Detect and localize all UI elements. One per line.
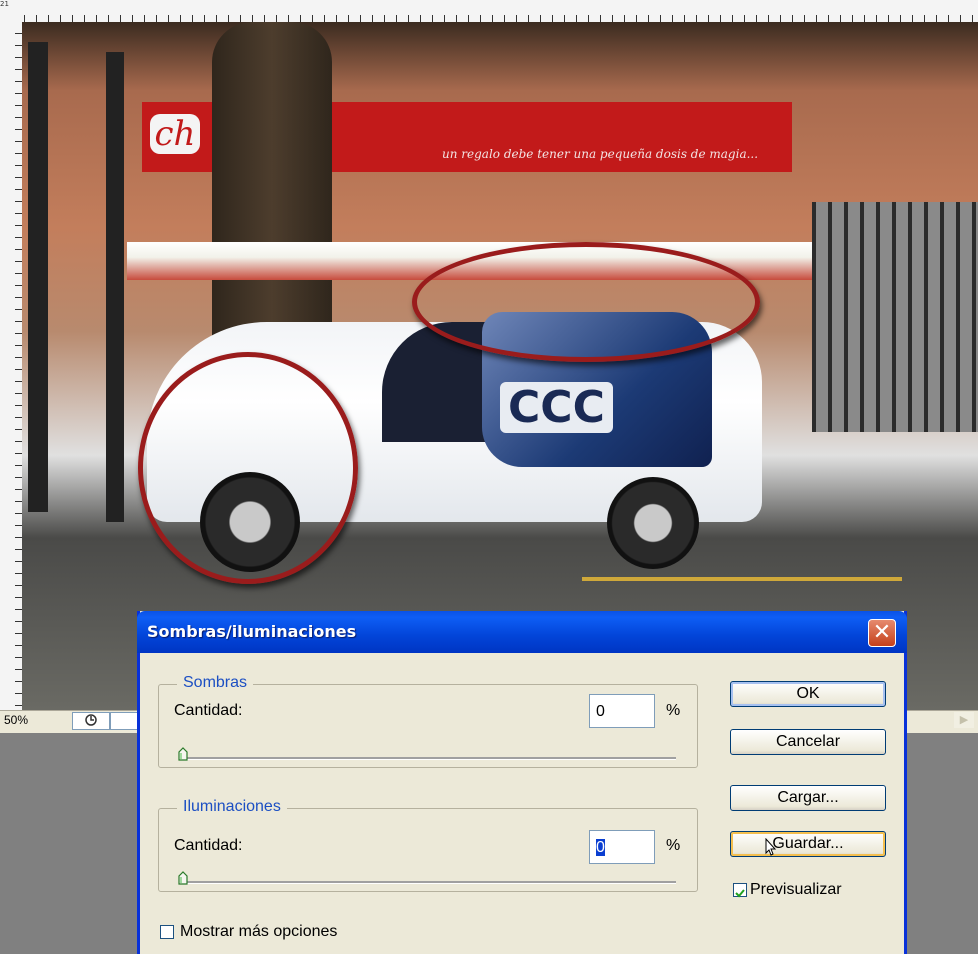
shadows-amount-unit: % [666,702,681,719]
highlights-slider-thumb[interactable] [178,871,188,885]
shadows-slider-track[interactable] [180,757,676,760]
image-canvas[interactable]: ch un regalo debe tener una pequeña dosi… [22,22,978,710]
checkmark-icon [735,889,745,898]
street-lamp [106,52,124,522]
ruler-horizontal [0,0,978,23]
status-info-button[interactable] [72,712,110,730]
preview-label[interactable]: Previsualizar [750,881,842,899]
rear-wheel [607,477,699,569]
shadows-highlights-dialog: Sombras Cantidad: 0 % Iluminaciones Cant… [137,611,907,954]
ok-button[interactable]: OK [730,681,886,707]
annotation-ellipse-front [138,352,358,584]
load-button[interactable]: Cargar... [730,785,886,811]
ruler-vertical [0,22,23,712]
more-options-label[interactable]: Mostrar más opciones [180,923,337,941]
highlights-amount-value: 0 [596,839,605,856]
van-logo: CCC [500,382,613,433]
store-logo: ch [150,114,200,154]
shadows-amount-field[interactable]: 0 [589,694,655,728]
close-icon: ✕ [872,620,892,645]
shadows-legend: Sombras [177,674,254,692]
status-info-field [110,712,138,730]
more-options-checkbox[interactable] [160,925,174,939]
document-info-icon [85,714,97,726]
ruler-corner: 21 [0,0,22,22]
save-button[interactable]: Guardar... [730,831,886,857]
annotation-ellipse-roof [412,242,760,362]
street-lamp [28,42,48,512]
shadows-amount-value: 0 [596,703,605,720]
iron-gate [812,202,978,432]
store-slogan: un regalo debe tener una pequeña dosis d… [442,147,759,161]
tree-trunk [212,22,332,352]
zoom-level[interactable]: 50% [4,713,28,727]
highlights-amount-unit: % [666,837,681,854]
shadows-amount-label: Cantidad: [174,702,243,719]
shadows-slider-thumb[interactable] [178,747,188,761]
preview-checkbox[interactable] [733,883,747,898]
dialog-title: Sombras/iluminaciones [147,622,357,641]
mouse-cursor-icon [765,838,777,856]
highlights-amount-label: Cantidad: [174,837,243,854]
highlights-slider-track[interactable] [180,881,676,884]
parking-line [582,577,902,581]
ruler-corner-label: 21 [0,0,9,8]
highlights-amount-field[interactable]: 0 [589,830,655,864]
scroll-right-button[interactable]: ▶ [954,712,974,728]
highlights-legend: Iluminaciones [177,798,287,816]
dialog-title-bar[interactable]: Sombras/iluminaciones ✕ [137,611,907,653]
cancel-button[interactable]: Cancelar [730,729,886,755]
close-button[interactable]: ✕ [868,619,896,647]
